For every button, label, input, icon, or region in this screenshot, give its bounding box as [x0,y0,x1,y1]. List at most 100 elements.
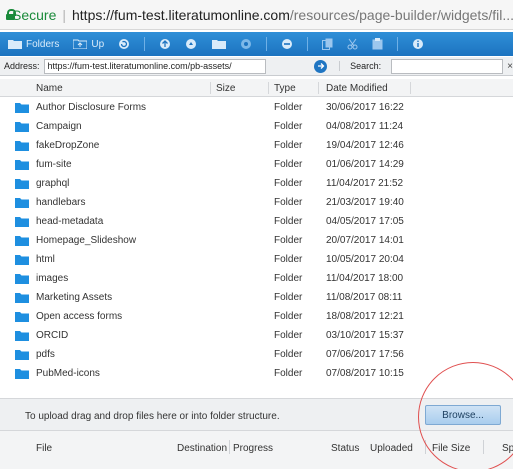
cut-icon [347,38,358,50]
row-name: images [36,273,69,284]
up-button[interactable]: Up [73,39,104,50]
url-path: /resources/page-builder/widgets/fil... [289,6,513,23]
row-type: Folder [274,292,303,303]
address-row: Address: Search: × [0,57,513,76]
info-button[interactable] [412,38,424,50]
row-name: html [36,254,55,265]
table-row[interactable]: fum-site Folder 01/06/2017 14:29 [0,156,513,174]
table-row[interactable]: handlebars Folder 21/03/2017 19:40 [0,194,513,212]
folders-button[interactable]: Folders [8,39,59,50]
row-name: Campaign [36,121,82,132]
table-row[interactable]: head-metadata Folder 04/05/2017 17:05 [0,213,513,231]
browser-url-bar[interactable]: Secure | https://fum-test.literatumonlin… [0,0,513,30]
upload-column-file[interactable]: File [36,443,52,454]
table-row[interactable]: Homepage_Slideshow Folder 20/07/2017 14:… [0,232,513,250]
clear-search-button[interactable]: × [507,61,513,72]
folder-icon [15,312,29,322]
search-input[interactable] [391,58,504,74]
table-row[interactable]: PubMed-icons Folder 07/08/2017 10:15 [0,365,513,383]
upload-column-file-size[interactable]: File Size [432,443,470,454]
row-date: 19/04/2017 12:46 [326,140,404,151]
settings-icon [241,39,252,49]
table-row[interactable]: Campaign Folder 04/08/2017 11:24 [0,118,513,136]
upload-column-progress[interactable]: Progress [233,443,273,454]
new-folder-button[interactable] [212,39,227,49]
upload-drop-zone[interactable]: To upload drag and drop files here or in… [0,398,513,430]
table-row[interactable]: html Folder 10/05/2017 20:04 [0,251,513,269]
folder-icon [15,331,29,341]
upload-column-speed[interactable]: Sp [502,443,513,454]
info-icon [413,39,424,49]
go-button[interactable] [314,59,328,73]
table-row[interactable]: graphql Folder 11/04/2017 21:52 [0,175,513,193]
row-name: Marketing Assets [36,292,113,303]
table-row[interactable]: fakeDropZone Folder 19/04/2017 12:46 [0,137,513,155]
column-divider[interactable] [268,82,269,94]
upload-queue-header: File Destination Progress Status Uploade… [0,430,513,469]
row-date: 30/06/2017 16:22 [326,102,404,113]
row-type: Folder [274,349,303,360]
table-row[interactable]: ORCID Folder 03/10/2017 15:37 [0,327,513,345]
remove-button[interactable] [281,38,293,50]
column-header-type[interactable]: Type [274,83,296,94]
up-label: Up [91,38,105,50]
settings-button[interactable] [240,38,252,50]
folder-icon [15,350,29,360]
refresh-icon [119,39,130,49]
cut-button[interactable] [347,38,358,50]
upload-column-destination[interactable]: Destination [177,443,227,454]
row-date: 03/10/2017 15:37 [326,330,404,341]
toolbar-divider [307,37,309,51]
upload-button[interactable] [185,38,198,50]
upload-column-status[interactable]: Status [331,443,359,454]
folder-icon [15,217,29,227]
column-header-date-modified[interactable]: Date Modified [326,83,388,94]
row-name: PubMed-icons [36,368,100,379]
row-date: 07/06/2017 17:56 [326,349,404,360]
row-name: head-metadata [36,216,104,227]
row-type: Folder [274,254,303,265]
table-row[interactable]: Marketing Assets Folder 11/08/2017 08:11 [0,289,513,307]
column-header-size[interactable]: Size [216,83,235,94]
row-date: 01/06/2017 14:29 [326,159,404,170]
row-type: Folder [274,121,303,132]
column-header-name[interactable]: Name [36,83,63,94]
folder-icon [15,236,29,246]
paste-button[interactable] [372,38,383,50]
table-row[interactable]: Author Disclosure Forms Folder 30/06/201… [0,99,513,117]
secure-label: Secure [12,6,57,23]
toolbar-divider [266,37,268,51]
row-name: pdfs [36,349,55,360]
table-row[interactable]: pdfs Folder 07/06/2017 17:56 [0,346,513,364]
row-type: Folder [274,368,303,379]
search-label: Search: [339,61,381,71]
new-folder-icon [212,40,227,49]
upload-hint: To upload drag and drop files here or in… [25,411,280,422]
column-divider [425,440,426,454]
arrow-up-button[interactable] [159,38,171,50]
copy-button[interactable] [322,38,333,50]
row-name: Homepage_Slideshow [36,235,137,246]
folders-label: Folders [26,38,60,50]
column-divider[interactable] [410,82,411,94]
toolbar-divider [144,37,146,51]
file-manager-toolbar: Folders Up [0,32,513,56]
row-type: Folder [274,159,303,170]
upload-column-uploaded[interactable]: Uploaded [370,443,413,454]
browse-button[interactable]: Browse... [425,405,501,425]
row-date: 07/08/2017 10:15 [326,368,404,379]
row-type: Folder [274,216,303,227]
refresh-button[interactable] [118,38,130,50]
column-divider [229,440,230,454]
column-divider[interactable] [318,82,319,94]
row-type: Folder [274,273,303,284]
table-row[interactable]: Open access forms Folder 18/08/2017 12:2… [0,308,513,326]
table-row[interactable]: images Folder 11/04/2017 18:00 [0,270,513,288]
folders-icon [8,40,22,49]
url-separator: | [62,6,66,23]
row-name: graphql [36,178,70,189]
address-input[interactable] [43,58,267,74]
column-divider[interactable] [210,82,211,94]
row-type: Folder [274,197,303,208]
row-date: 11/04/2017 18:00 [326,273,404,284]
